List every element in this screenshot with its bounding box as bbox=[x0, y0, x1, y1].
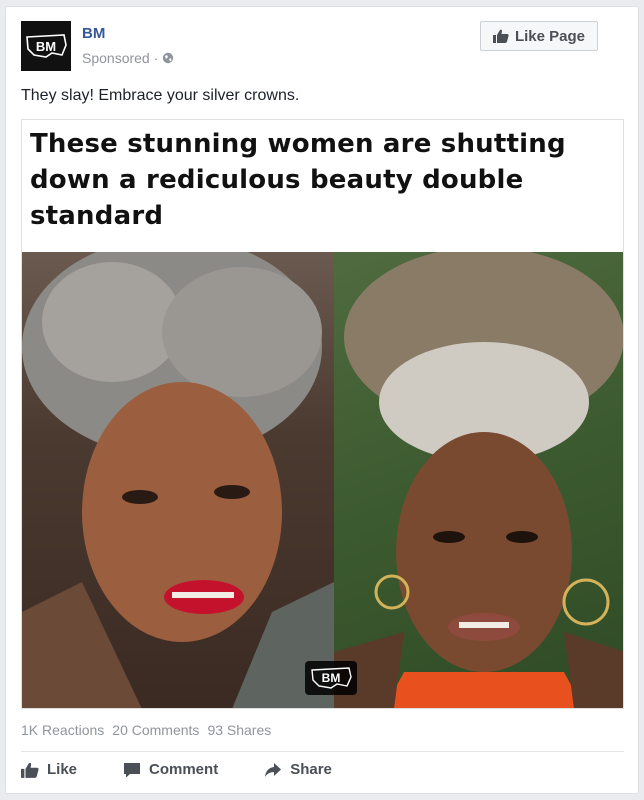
sponsored-post-card: BM BM Sponsored · Like Page They slay! E… bbox=[5, 6, 639, 794]
comment-icon bbox=[124, 762, 141, 777]
photo-right bbox=[334, 252, 623, 708]
post-meta: Sponsored · bbox=[82, 50, 174, 66]
bm-watermark-icon: BM bbox=[311, 667, 352, 689]
sponsored-label[interactable]: Sponsored bbox=[82, 50, 150, 66]
post-stats: 1K Reactions 20 Comments 93 Shares bbox=[21, 722, 271, 738]
woman-portrait-right bbox=[334, 252, 623, 708]
comment-button[interactable]: Comment bbox=[123, 761, 218, 778]
watermark-text: BM bbox=[322, 671, 341, 685]
post-text: They slay! Embrace your silver crowns. bbox=[21, 87, 300, 104]
woman-portrait-left bbox=[22, 252, 334, 708]
image-headline: These stunning women are shutting down a… bbox=[30, 129, 566, 231]
share-label: Share bbox=[290, 761, 332, 778]
share-icon bbox=[265, 762, 282, 777]
like-page-button[interactable]: Like Page bbox=[479, 21, 598, 51]
page-name-link[interactable]: BM bbox=[82, 25, 105, 42]
shares-count[interactable]: 93 Shares bbox=[207, 722, 271, 738]
bm-watermark: BM bbox=[305, 661, 357, 695]
photo-left bbox=[22, 252, 334, 708]
photo-collage: BM bbox=[22, 252, 623, 708]
like-label: Like bbox=[47, 761, 78, 778]
logo-text: BM bbox=[36, 39, 56, 54]
thumbs-up-icon bbox=[492, 29, 509, 43]
globe-icon bbox=[163, 52, 174, 64]
bm-logo-icon: BM bbox=[26, 34, 67, 58]
page-avatar[interactable]: BM bbox=[21, 21, 71, 71]
meta-separator: · bbox=[153, 50, 159, 66]
like-page-label: Like Page bbox=[514, 27, 585, 45]
reactions-count[interactable]: 1K Reactions bbox=[21, 722, 104, 738]
thumbs-up-icon bbox=[21, 762, 39, 778]
actions-divider bbox=[21, 751, 624, 752]
share-button[interactable]: Share bbox=[264, 761, 332, 778]
like-button[interactable]: Like bbox=[21, 761, 77, 778]
post-image-link[interactable]: These stunning women are shutting down a… bbox=[21, 119, 624, 709]
post-actions: Like Comment Share bbox=[21, 761, 332, 778]
comment-label: Comment bbox=[149, 761, 219, 778]
comments-count[interactable]: 20 Comments bbox=[112, 722, 199, 738]
